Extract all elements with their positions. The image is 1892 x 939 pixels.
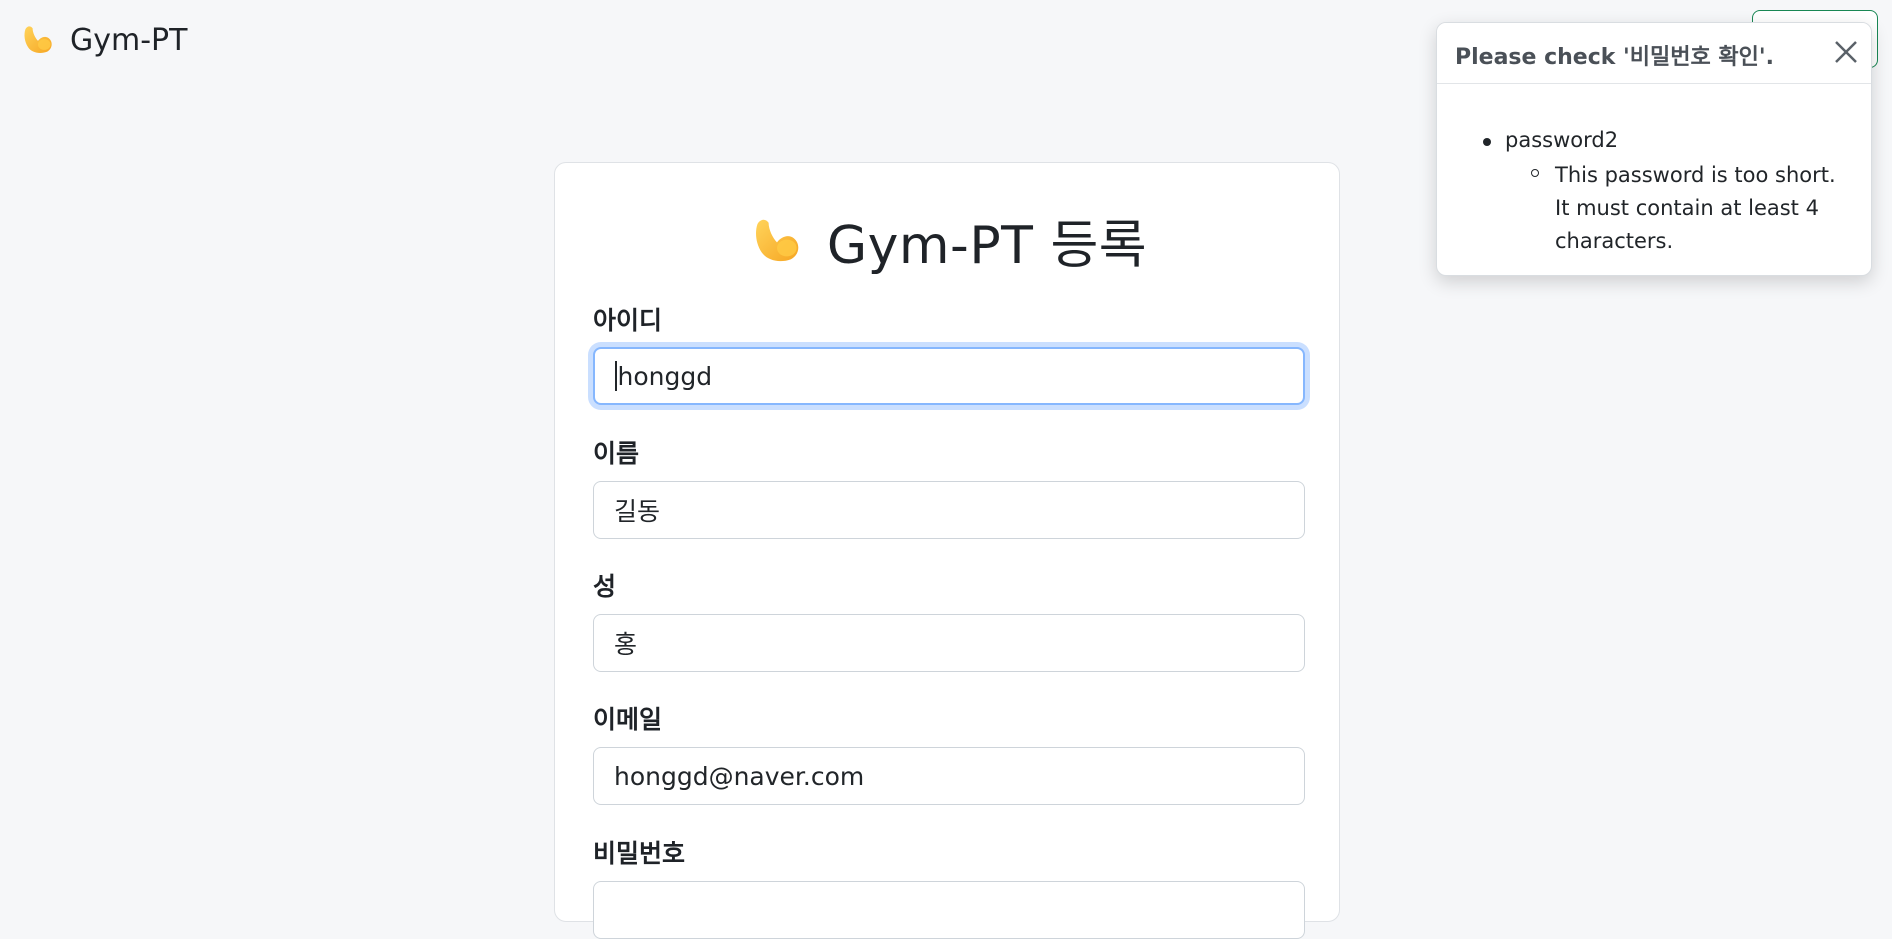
- username-input[interactable]: honggd: [593, 347, 1305, 405]
- flexed-biceps-icon: [755, 219, 799, 261]
- toast-header: Please check '비밀번호 확인'.: [1437, 23, 1871, 84]
- error-field-name: password2: [1505, 128, 1619, 152]
- first-name-value: 길동: [614, 497, 661, 526]
- last-name-value: 홍: [614, 630, 638, 659]
- password-input[interactable]: [593, 881, 1305, 939]
- flexed-biceps-icon: [24, 26, 52, 53]
- brand-name: Gym-PT: [70, 22, 188, 58]
- page-title-text: Gym-PT 등록: [826, 216, 1148, 276]
- brand-link[interactable]: Gym-PT: [20, 22, 187, 58]
- last-name-label: 성: [593, 572, 617, 601]
- password-label: 비밀번호: [593, 839, 686, 868]
- username-value: honggd: [617, 361, 713, 391]
- email-label: 이메일: [593, 705, 663, 734]
- toast-title: Please check '비밀번호 확인'.: [1455, 45, 1774, 70]
- registration-card: Gym-PT 등록 아이디 honggd 이름 길동 성 홍 이메일 hongg…: [554, 162, 1341, 939]
- list-bullet: [1531, 169, 1539, 177]
- first-name-input[interactable]: 길동: [593, 481, 1305, 539]
- error-message: This password is too short. It must cont…: [1555, 163, 1836, 253]
- text-caret: [615, 361, 617, 391]
- email-value: honggd@naver.com: [614, 761, 865, 791]
- page-title: Gym-PT 등록: [555, 203, 1341, 278]
- last-name-input[interactable]: 홍: [593, 614, 1305, 672]
- list-bullet: [1483, 138, 1491, 146]
- close-icon[interactable]: [1831, 37, 1861, 67]
- first-name-label: 이름: [593, 439, 640, 468]
- email-input[interactable]: honggd@naver.com: [593, 747, 1305, 805]
- username-label: 아이디: [593, 306, 663, 335]
- error-toast: Please check '비밀번호 확인'. password2 This p…: [1436, 22, 1872, 276]
